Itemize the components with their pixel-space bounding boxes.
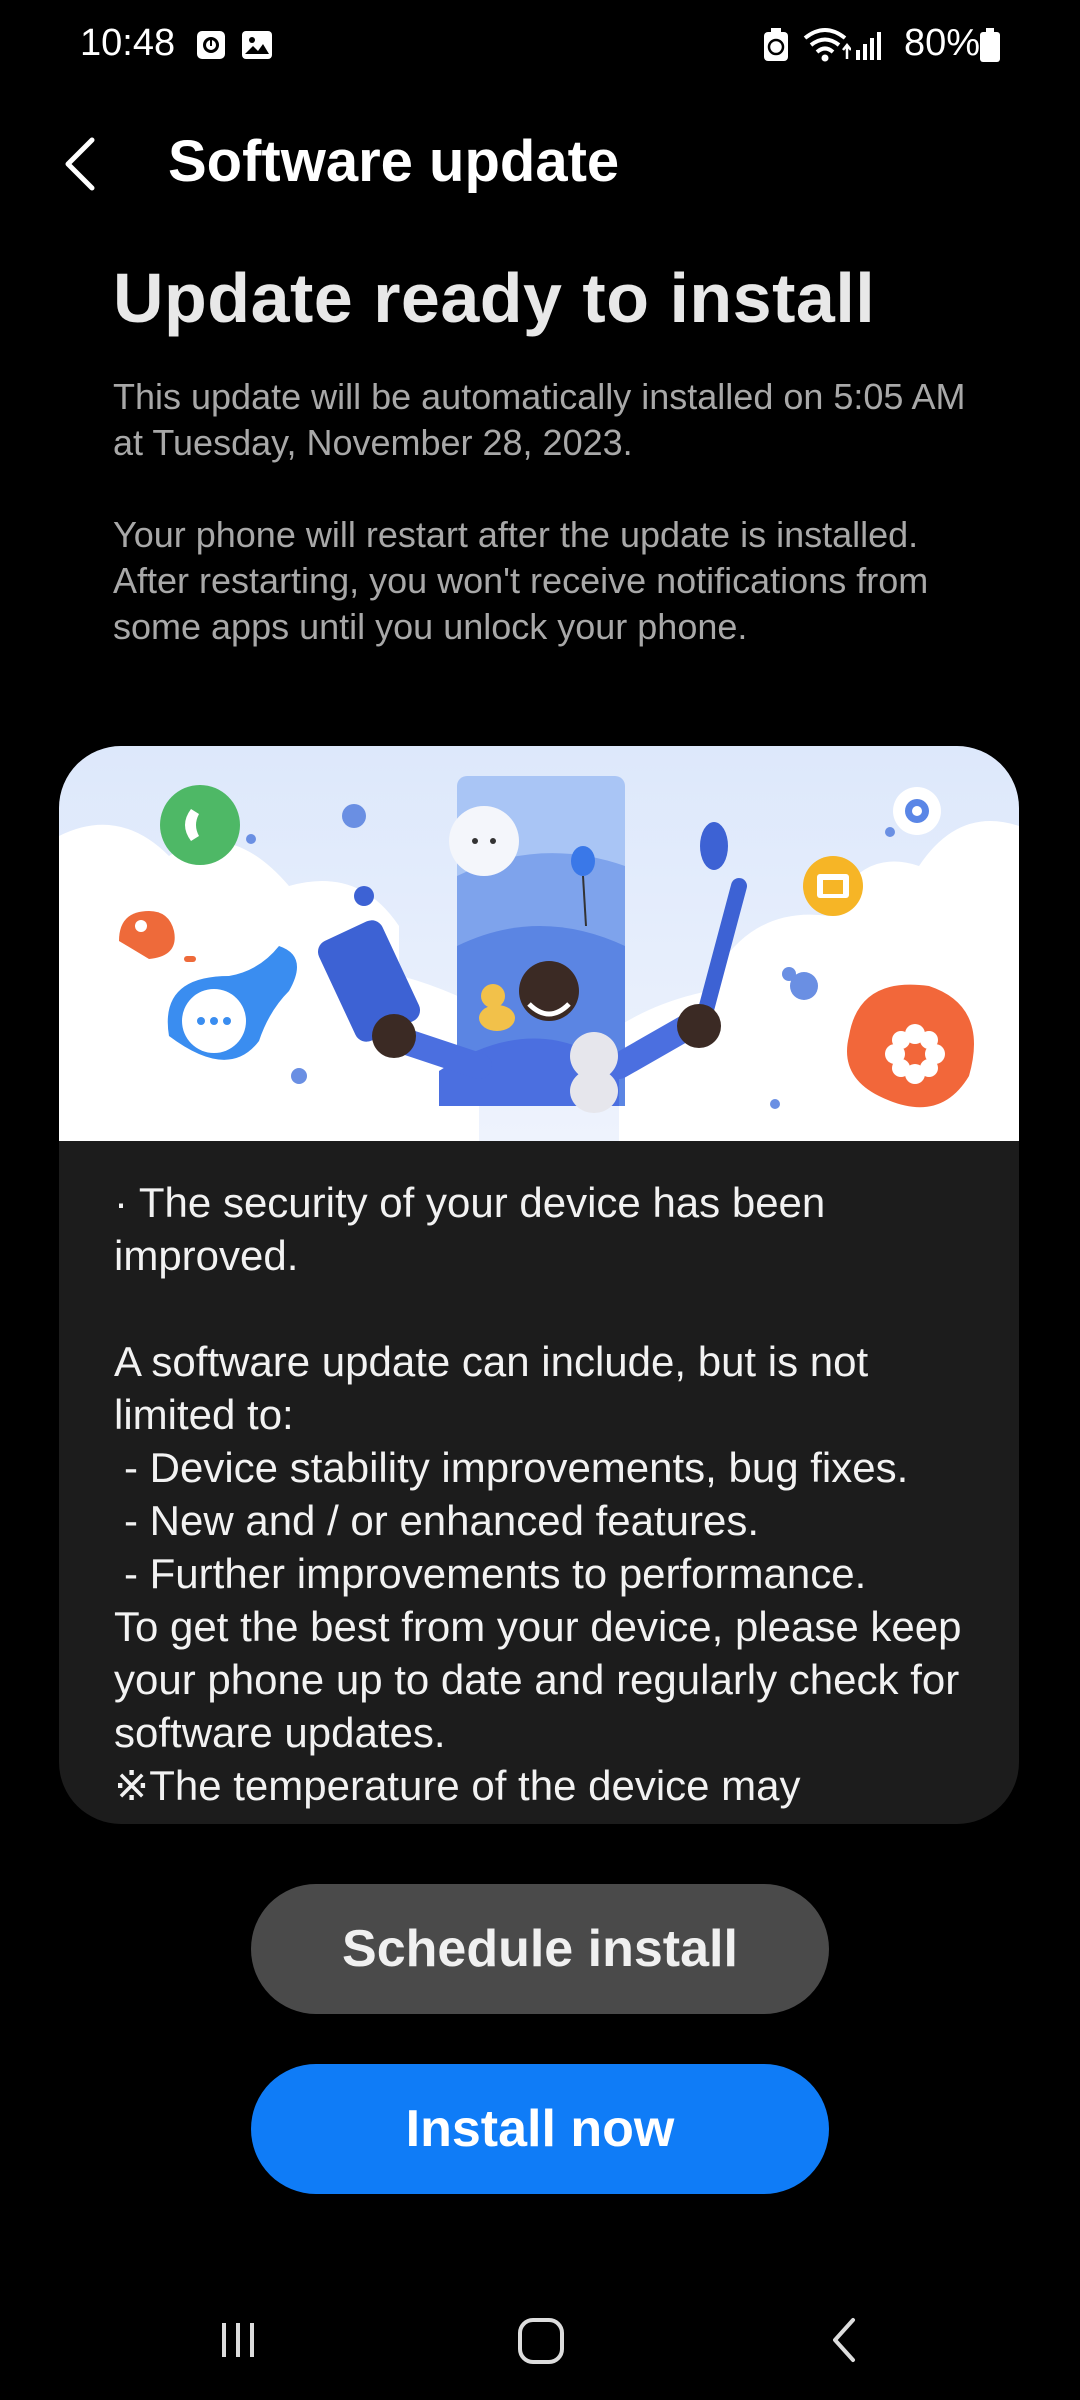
install-now-button[interactable]: Install now bbox=[251, 2064, 829, 2194]
chevron-left-icon bbox=[65, 137, 95, 191]
recents-button[interactable] bbox=[193, 2300, 283, 2380]
status-bar: 10:48 80% bbox=[0, 0, 1080, 92]
battery-percent: 80% bbox=[903, 22, 980, 64]
battery-icon bbox=[980, 28, 1000, 62]
system-navigation-bar bbox=[0, 2260, 1080, 2400]
screen-record-icon bbox=[197, 31, 225, 59]
release-notes: · The security of your device has been i… bbox=[114, 1176, 994, 1812]
signal-icon bbox=[856, 32, 881, 60]
release-note-line: · The security of your device has been i… bbox=[114, 1179, 826, 1279]
auto-install-text: This update will be automatically instal… bbox=[113, 376, 966, 463]
home-icon bbox=[518, 2318, 564, 2364]
update-heading: Update ready to install bbox=[113, 259, 876, 337]
update-details-card[interactable]: · The security of your device has been i… bbox=[59, 746, 1019, 1824]
back-icon bbox=[833, 2318, 855, 2362]
battery-saver-icon bbox=[764, 28, 788, 61]
page-title: Software update bbox=[168, 129, 620, 194]
app-header: Software update bbox=[0, 110, 1080, 220]
release-note-line: ※The temperature of the device may bbox=[114, 1762, 801, 1809]
recents-icon bbox=[222, 2323, 254, 2357]
schedule-install-button[interactable]: Schedule install bbox=[251, 1884, 829, 2014]
release-note-line: To get the best from your device, please… bbox=[114, 1603, 962, 1756]
update-illustration bbox=[59, 746, 1019, 1141]
restart-notice-text: Your phone will restart after the update… bbox=[113, 514, 929, 647]
release-note-line: - New and / or enhanced features. bbox=[124, 1497, 760, 1544]
home-button[interactable] bbox=[495, 2300, 585, 2380]
release-note-line: - Further improvements to performance. bbox=[124, 1550, 867, 1597]
update-info: Update ready to install This update will… bbox=[113, 258, 973, 650]
wifi-icon bbox=[803, 28, 851, 62]
release-note-line: - Device stability improvements, bug fix… bbox=[124, 1444, 909, 1491]
gallery-icon bbox=[242, 31, 272, 59]
nav-back-button[interactable] bbox=[800, 2300, 890, 2380]
status-time: 10:48 bbox=[80, 22, 176, 64]
release-note-line: A software update can include, but is no… bbox=[114, 1338, 869, 1438]
back-button[interactable] bbox=[52, 124, 122, 204]
